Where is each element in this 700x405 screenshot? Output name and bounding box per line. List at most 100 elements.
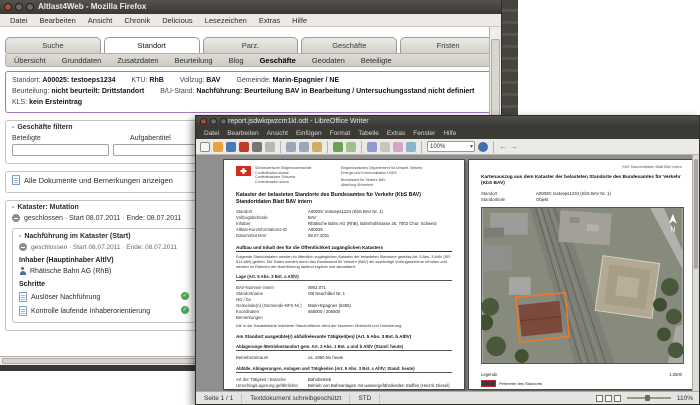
menu-hilfe[interactable]: Hilfe (286, 16, 313, 25)
menu-datei[interactable]: Datei (200, 130, 223, 137)
libreoffice-window: report.jsdwkqwzcm1kl.odt - LibreOffice W… (195, 115, 700, 405)
zoom-combobox[interactable]: 100% (427, 141, 475, 152)
save-icon[interactable] (226, 141, 236, 152)
selection-mode[interactable]: STD (350, 393, 381, 403)
nachfuehrung-header[interactable]: - Nachführung im Kataster (Start) (19, 233, 189, 240)
subsection-lage: Lage (Art. 5 Abs. 3 Bst. a AltlV) (236, 274, 452, 282)
firefox-titlebar[interactable]: Altlast4Web - Mozilla Firefox (0, 0, 501, 14)
libreoffice-titlebar[interactable]: report.jsdwkqwzcm1kl.odt - LibreOffice W… (196, 116, 699, 128)
subtab-beurteilung[interactable]: Beurteilung (167, 56, 221, 65)
collapse-icon[interactable]: - (12, 124, 14, 131)
check-icon: ✓ (181, 292, 189, 300)
zoom-slider[interactable] (626, 395, 671, 401)
standort-fields: Standort A00025: testoeps1234 (KbS BAV Nr… (236, 209, 437, 239)
redo-icon[interactable] (346, 141, 356, 152)
betrieb-fields: Betriebszeitraum ca. 1950 bis heute (236, 355, 344, 361)
writer-vertical-scrollbar[interactable] (692, 155, 699, 391)
menu-format[interactable]: Format (326, 130, 355, 137)
tab-suche[interactable]: Suche (5, 37, 101, 53)
menu-hilfe[interactable]: Hilfe (439, 130, 460, 137)
tab-fristen[interactable]: Fristen (400, 37, 496, 53)
menu-chronik[interactable]: Chronik (118, 16, 156, 25)
map-scale: 1:2500 (669, 372, 682, 377)
zoom-slider-knob[interactable] (644, 395, 650, 401)
lage-fields: BAV-Nummer intern 0902.071 Standortname GB… (236, 285, 351, 321)
maximize-icon[interactable] (220, 118, 227, 125)
view-layout-buttons[interactable] (595, 394, 621, 402)
paste-icon[interactable] (312, 141, 322, 152)
subtab-blog[interactable]: Blog (221, 56, 252, 65)
collapse-icon[interactable]: - (19, 233, 21, 240)
tab-parz[interactable]: Parz. (202, 37, 299, 53)
zoom-percentage[interactable]: 110% (677, 395, 693, 402)
tab-standort[interactable]: Standort (103, 37, 200, 53)
menu-einfuegen[interactable]: Einfügen (292, 130, 326, 137)
new-document-icon[interactable] (200, 141, 210, 152)
scrollbar-thumb[interactable] (694, 159, 698, 269)
help-icon[interactable] (478, 141, 488, 152)
subtab-beteiligte[interactable]: Beteiligte (353, 56, 400, 65)
undo-icon[interactable] (333, 141, 343, 152)
step-ausloeser-nachfuehrung[interactable]: Auslöser Nachführung ✓ (19, 292, 189, 302)
close-icon[interactable] (200, 118, 207, 125)
filter-section-header[interactable]: - Geschäfte filtern (12, 124, 196, 131)
forward-arrow-icon[interactable]: → (510, 142, 518, 151)
info-line-3: KLS: kein Ersteintrag (12, 99, 83, 106)
navigator-icon[interactable] (406, 141, 416, 152)
document-page-1[interactable]: Schweizerische Eidgenossenschaft Confédé… (223, 159, 465, 390)
document-page-2[interactable]: KbS Standortdaten Blatt BAV intern Karte… (468, 159, 695, 390)
minimize-icon[interactable] (15, 3, 23, 11)
swiss-confederation-logo (236, 166, 251, 176)
tab-geschaefte[interactable]: Geschäfte (301, 37, 398, 53)
menu-extras[interactable]: Extras (383, 130, 409, 137)
subtab-geodaten[interactable]: Geodaten (304, 56, 353, 65)
subtab-grunddaten[interactable]: Grunddaten (54, 56, 110, 65)
hyperlink-icon[interactable] (380, 141, 390, 152)
task-icon (19, 292, 27, 302)
libreoffice-toolbar: 100% ← → (196, 139, 699, 155)
all-documents-link[interactable]: Alle Dokumente und Bemerkungen anzeigen (12, 175, 196, 185)
minimize-icon[interactable] (210, 118, 217, 125)
beteiligte-label: Beteiligte (12, 135, 41, 142)
menu-datei[interactable]: Datei (4, 16, 34, 25)
legend-item-perimeter: Perimeter des Standorts (481, 380, 682, 387)
subtab-geschaefte[interactable]: Geschäfte (252, 56, 304, 65)
subtab-uebersicht[interactable]: Übersicht (6, 56, 54, 65)
step-kontrolle-inhaberorientierung[interactable]: Kontrolle laufende Inhaberorientierung ✓ (19, 306, 189, 316)
cut-icon[interactable] (286, 141, 296, 152)
abfaelle-fields: Art der Tätigkeit / Branche Bahnbetrieb U… (236, 377, 450, 389)
map-title: Kartenauszug aus dem Kataster der belast… (481, 175, 681, 186)
print-icon[interactable] (252, 141, 262, 152)
libreoffice-menubar: Datei Bearbeiten Ansicht Einfügen Format… (196, 128, 699, 139)
section-aufbau-text: Folgende Standortdaten werden im öffentl… (236, 254, 451, 270)
menu-ansicht[interactable]: Ansicht (263, 130, 292, 137)
page-preview-icon[interactable] (265, 141, 275, 152)
gallery-icon[interactable] (393, 141, 403, 152)
menu-bearbeiten[interactable]: Bearbeiten (34, 16, 82, 25)
close-icon[interactable] (4, 3, 12, 11)
maximize-icon[interactable] (26, 3, 34, 11)
inhaber-entry[interactable]: Rhätische Bahn AG (RhB) (19, 267, 189, 275)
menu-ansicht[interactable]: Ansicht (82, 16, 119, 25)
geschaefte-filter-section: - Geschäfte filtern Beteiligte Aufgabenti… (5, 120, 210, 164)
check-icon: ✓ (181, 306, 189, 314)
menu-tabelle[interactable]: Tabelle (354, 130, 383, 137)
menu-extras[interactable]: Extras (253, 16, 286, 25)
beteiligte-input[interactable] (12, 144, 109, 156)
page-indicator[interactable]: Seite 1 / 1 (196, 393, 243, 403)
export-pdf-icon[interactable] (239, 141, 249, 152)
copy-icon[interactable] (299, 141, 309, 152)
menu-delicious[interactable]: Delicious (156, 16, 198, 25)
menu-lesezeichen[interactable]: Lesezeichen (199, 16, 253, 25)
open-icon[interactable] (213, 141, 223, 152)
menu-fenster[interactable]: Fenster (409, 130, 439, 137)
document-area: Schweizerische Eidgenossenschaft Confédé… (196, 155, 699, 391)
back-arrow-icon[interactable]: ← (499, 142, 507, 151)
section-aufbau: Aufbau und Inhalt des für die Öffentlich… (236, 245, 452, 253)
table-icon[interactable] (367, 141, 377, 152)
menu-bearbeiten[interactable]: Bearbeiten (223, 130, 262, 137)
collapse-icon[interactable]: - (12, 204, 14, 211)
kataster-section-header[interactable]: - Kataster: Mutation (12, 204, 196, 211)
nachfuehrung-status: geschlossen · Start 08.07.2011 · Ende: 0… (19, 243, 189, 251)
subtab-zusatzdaten[interactable]: Zusatzdaten (109, 56, 166, 65)
